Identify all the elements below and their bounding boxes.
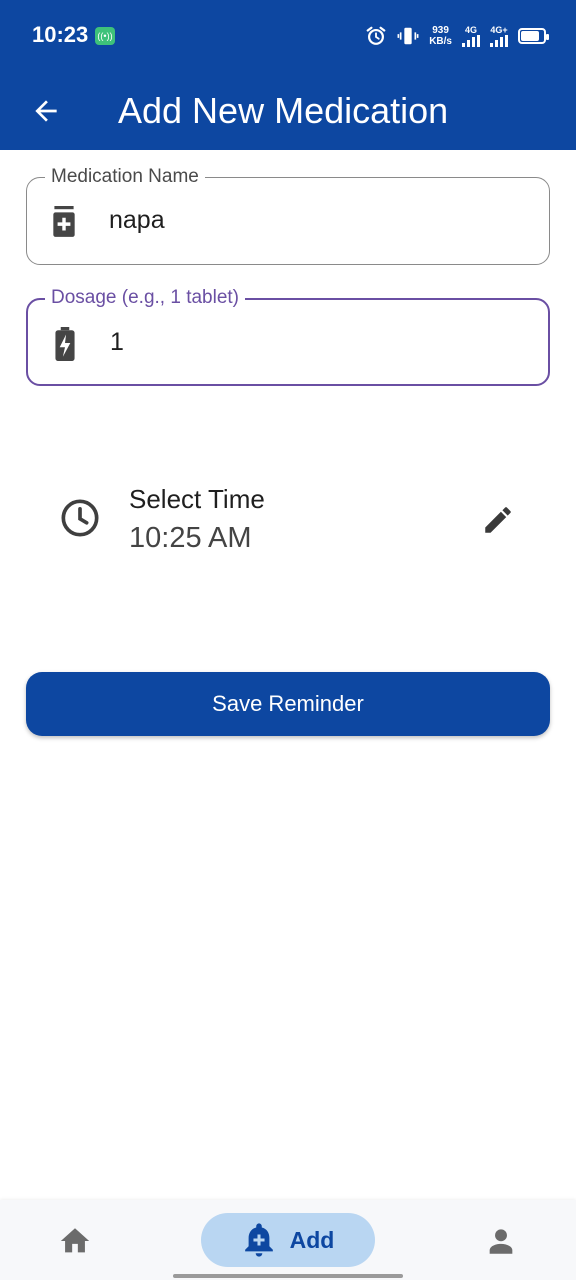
medication-bottle-icon	[51, 206, 77, 238]
bottom-nav: Add	[0, 1200, 576, 1280]
back-button[interactable]	[22, 87, 70, 135]
time-label: Select Time	[129, 484, 265, 514]
time-selector[interactable]: Select Time 10:25 AM	[26, 470, 550, 570]
pencil-icon	[485, 507, 511, 533]
page-title: Add New Medication	[118, 90, 449, 131]
nav-home[interactable]	[52, 1220, 98, 1262]
home-icon	[60, 1228, 90, 1253]
dosage-label: Dosage (e.g., 1 tablet)	[45, 286, 245, 310]
battery-charging-icon	[52, 327, 78, 361]
medication-name-label: Medication Name	[45, 165, 205, 189]
dosage-field[interactable]: Dosage (e.g., 1 tablet)	[26, 286, 550, 386]
battery-level	[521, 31, 539, 41]
network-speed-unit: KB/s	[429, 36, 452, 47]
person-icon	[489, 1229, 513, 1254]
signal-icon: 4G	[462, 24, 480, 47]
signal-label: 4G+	[490, 24, 508, 35]
status-icons: 939 KB/s 4G 4G+	[365, 22, 549, 50]
signal-label: 4G	[464, 24, 477, 35]
medication-name-field[interactable]: Medication Name	[26, 165, 550, 265]
network-speed-value: 939	[432, 25, 449, 36]
gesture-bar[interactable]	[173, 1274, 403, 1278]
edit-time-button[interactable]	[478, 500, 518, 540]
nav-profile[interactable]	[478, 1220, 524, 1262]
clock-icon	[61, 499, 99, 537]
nav-add-label: Add	[289, 1226, 335, 1253]
time-value: 10:25 AM	[129, 522, 252, 554]
signal-icon: 4G+	[490, 24, 508, 47]
nav-add[interactable]: Add	[201, 1213, 375, 1267]
status-time: 10:23	[32, 22, 89, 47]
alarm-icon	[366, 26, 386, 45]
hotspot-icon: ((•))	[95, 27, 115, 45]
vibrate-icon	[397, 27, 419, 45]
battery-icon	[518, 28, 549, 44]
medication-name-input[interactable]	[109, 200, 529, 240]
arrow-back-icon	[35, 100, 57, 122]
add-alert-icon	[244, 1223, 273, 1257]
app-bar: Add New Medication	[0, 72, 576, 150]
network-speed: 939 KB/s	[429, 25, 452, 47]
dosage-input[interactable]	[110, 322, 530, 362]
save-reminder-button[interactable]: Save Reminder	[26, 672, 550, 736]
status-bar: 10:23 ((•)) 939 KB/s 4G 4G+	[0, 0, 576, 72]
